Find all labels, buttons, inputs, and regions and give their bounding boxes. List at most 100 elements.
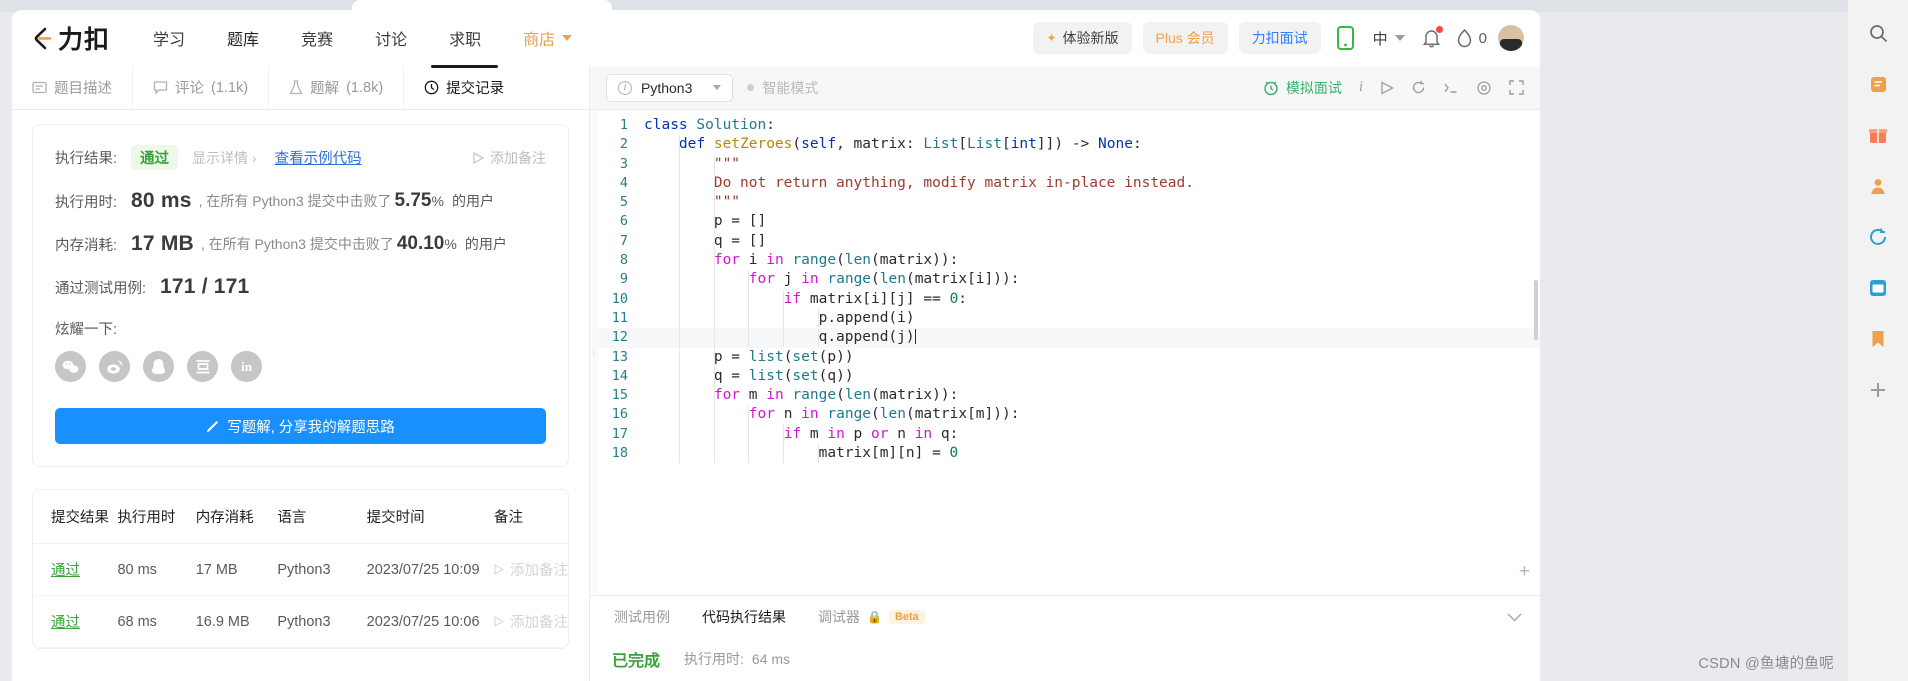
code-line[interactable]: 18 matrix[m][n] = 0 <box>598 444 1540 464</box>
view-sample-code-link[interactable]: 查看示例代码 <box>275 147 362 168</box>
mock-interview-toolbar-button[interactable]: 模拟面试 <box>1263 78 1342 98</box>
line-text: if m in p or n in q: <box>644 424 958 445</box>
code-vertical-scrollbar[interactable] <box>1534 280 1538 340</box>
row-result[interactable]: 通过 <box>51 563 80 579</box>
try-new-version-button[interactable]: ✦ 体验新版 <box>1033 22 1132 54</box>
linkedin-icon[interactable]: in <box>231 351 262 382</box>
nav-item-study[interactable]: 学习 <box>132 26 206 50</box>
reset-icon[interactable] <box>1411 80 1426 95</box>
code-editor[interactable]: ⋮ 1 class Solution: 2 def setZeroes(self, … <box>590 110 1540 595</box>
indent-guide <box>748 328 750 348</box>
person-icon[interactable] <box>1863 171 1893 201</box>
info-icon[interactable]: i <box>1359 79 1363 96</box>
indent-guide <box>713 405 715 425</box>
body-split: 题目描述 评论 (1.1k) 题解 (1.8k) 提交记录 执行结果: 通过 显… <box>12 65 1540 681</box>
nav-item-contest[interactable]: 竞赛 <box>280 26 354 50</box>
code-line[interactable]: 11 p.append(i) <box>598 308 1540 329</box>
editor-toolbar-actions: 模拟面试 i <box>1263 78 1524 98</box>
line-number: 2 <box>619 136 628 153</box>
pane-resize-handle[interactable]: ⋮ <box>590 110 599 595</box>
browser-icon[interactable] <box>1863 273 1893 303</box>
memory-mid-text: , 在所有 Python3 提交中击败了 <box>200 236 394 252</box>
plus-membership-button[interactable]: Plus 会员 <box>1142 22 1228 54</box>
bookmark-icon[interactable] <box>1863 324 1893 354</box>
notification-badge <box>1435 26 1443 33</box>
weibo-icon[interactable] <box>99 351 130 382</box>
add-note-button[interactable]: 添加备注 <box>473 148 546 168</box>
line-text: if matrix[i][j] == 0: <box>644 289 967 309</box>
gift-icon[interactable] <box>1863 120 1893 150</box>
line-text: class Solution: <box>644 117 775 133</box>
tab-debugger[interactable]: 调试器 🔒 Beta <box>802 607 941 627</box>
language-select[interactable]: i Python3 <box>606 73 734 102</box>
code-line[interactable]: 15 for m in range(len(matrix)): <box>598 386 1540 406</box>
table-row[interactable]: 通过 68 ms 16.9 MB Python3 2023/07/25 10:0… <box>33 595 568 648</box>
code-line[interactable]: 16 for n in range(len(matrix[m])): <box>598 405 1540 425</box>
settings-icon[interactable] <box>1476 80 1492 96</box>
editor-toolbar: i Python3 智能模式 模拟面试 i <box>590 66 1540 110</box>
tab-comments[interactable]: 评论 (1.1k) <box>133 66 270 109</box>
code-line[interactable]: 7 q = [] <box>598 231 1540 252</box>
code-line[interactable]: 14 q = list(set(q)) <box>598 366 1540 387</box>
tab-submissions[interactable]: 提交记录 <box>404 65 525 109</box>
pencil-icon <box>207 420 219 432</box>
search-icon[interactable] <box>1863 18 1893 48</box>
code-line[interactable]: 17 if m in p or n in q: <box>598 424 1540 445</box>
notifications-button[interactable] <box>1418 24 1446 52</box>
line-text: for n in range(len(matrix[m])): <box>644 405 1019 425</box>
qq-icon[interactable] <box>143 351 174 382</box>
smart-mode-toggle[interactable]: 智能模式 <box>747 78 818 98</box>
run-icon[interactable] <box>1380 80 1394 95</box>
nav-item-jobs[interactable]: 求职 <box>428 26 502 50</box>
code-line[interactable]: 1 class Solution: <box>598 116 1540 135</box>
plus-icon[interactable] <box>1863 375 1893 405</box>
code-lines[interactable]: 1 class Solution: 2 def setZeroes(self, ma… <box>598 110 1540 595</box>
leetcode-logo-icon <box>28 24 56 52</box>
row-add-note-button[interactable]: 添加备注 <box>494 559 568 580</box>
tab-code-result[interactable]: 代码执行结果 <box>686 607 802 627</box>
runtime-value: 80 ms <box>131 189 192 212</box>
plus-icon[interactable]: + <box>1519 561 1530 583</box>
code-line[interactable]: 12 q.append(j) <box>598 328 1540 348</box>
avatar[interactable] <box>1498 25 1524 51</box>
code-line[interactable]: 5 """ <box>598 193 1540 213</box>
table-row[interactable]: 通过 80 ms 17 MB Python3 2023/07/25 10:09 … <box>33 543 568 596</box>
chevron-down-icon[interactable] <box>1507 609 1532 625</box>
tab-comments-label: 评论 <box>175 81 204 97</box>
code-line[interactable]: 9 for j in range(len(matrix[i])): <box>598 270 1540 290</box>
logo[interactable]: 力扣 <box>28 20 110 56</box>
indent-guide <box>678 424 680 445</box>
fullscreen-icon[interactable] <box>1509 80 1524 95</box>
header-actions: ✦ 体验新版 Plus 会员 力扣面试 中 0 <box>1033 22 1524 54</box>
nav-item-store[interactable]: 商店 <box>502 26 593 50</box>
nav-item-discuss[interactable]: 讨论 <box>354 26 428 50</box>
row-language: Python3 <box>277 595 367 648</box>
refresh-icon[interactable] <box>1863 222 1893 252</box>
col-note: 备注 <box>494 490 568 544</box>
code-line[interactable]: 13 p = list(set(p)) <box>598 347 1540 367</box>
code-line[interactable]: 6 p = [] <box>598 212 1540 232</box>
note-icon[interactable] <box>1863 69 1893 99</box>
wechat-icon[interactable] <box>55 351 86 382</box>
mock-interview-button[interactable]: 力扣面试 <box>1238 22 1321 54</box>
streak-counter[interactable]: 0 <box>1457 28 1487 48</box>
row-add-note-button[interactable]: 添加备注 <box>494 611 568 632</box>
show-detail-link[interactable]: 显示详情 › <box>192 148 257 168</box>
tab-solutions[interactable]: 题解 (1.8k) <box>269 66 405 109</box>
indent-guide <box>713 154 715 174</box>
tab-description[interactable]: 题目描述 <box>12 66 133 109</box>
tab-testcases[interactable]: 测试用例 <box>598 607 686 627</box>
console-icon[interactable] <box>1443 81 1459 95</box>
code-line[interactable]: 8 for i in range(len(matrix)): <box>598 251 1540 271</box>
nav-item-problems[interactable]: 题库 <box>206 26 280 50</box>
row-result[interactable]: 通过 <box>51 615 80 631</box>
douban-icon[interactable] <box>187 351 218 382</box>
language-selector[interactable]: 中 <box>1371 28 1407 49</box>
write-solution-button[interactable]: 写题解, 分享我的解题思路 <box>55 408 546 444</box>
code-line[interactable]: 2 def setZeroes(self, matrix: List[List[… <box>598 135 1540 155</box>
mobile-app-icon[interactable] <box>1332 24 1360 52</box>
indent-guide <box>678 289 680 309</box>
code-line[interactable]: 10 if matrix[i][j] == 0: <box>598 289 1540 309</box>
code-line[interactable]: 3 """ <box>598 154 1540 174</box>
code-line[interactable]: 4 Do not return anything, modify matrix … <box>598 173 1540 194</box>
